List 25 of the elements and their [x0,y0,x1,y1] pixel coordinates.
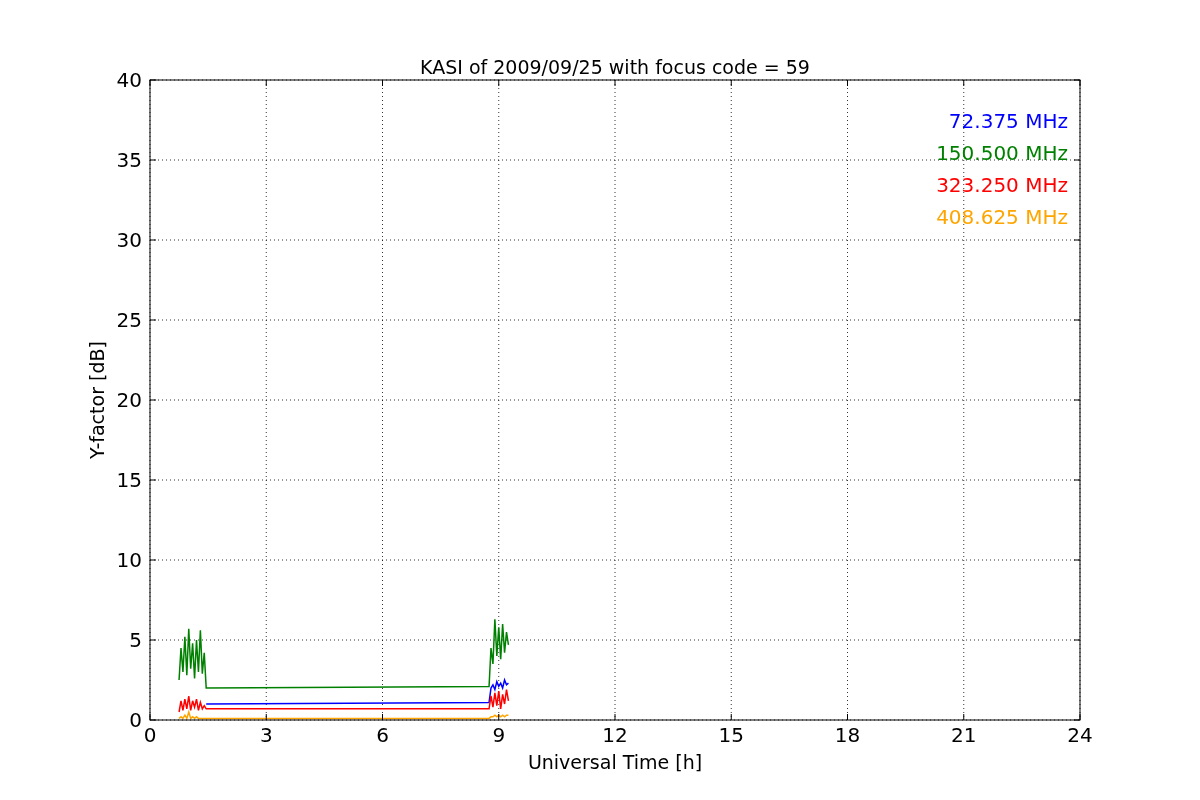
x-tick-label: 3 [259,723,273,747]
x-tick-label: 24 [1067,723,1093,747]
y-tick-label: 15 [116,468,142,492]
y-tick-label: 5 [129,628,142,652]
x-tick-label: 21 [951,723,977,747]
y-tick-label: 10 [116,548,142,572]
x-tick-label: 6 [376,723,389,747]
legend-label: 323.250 MHz [936,173,1068,197]
x-tick-label: 15 [718,723,744,747]
y-tick-label: 25 [116,308,142,332]
legend-label: 408.625 MHz [936,205,1068,229]
y-tick-label: 35 [116,148,142,172]
y-tick-label: 30 [116,228,142,252]
chart-title: KASI of 2009/09/25 with focus code = 59 [420,56,810,78]
legend-label: 150.500 MHz [936,141,1068,165]
y-tick-label: 40 [116,68,142,92]
y-axis-label: Y-factor [dB] [86,341,108,459]
x-tick-label: 0 [143,723,157,747]
x-tick-label: 9 [492,723,506,747]
legend-label: 72.375 MHz [948,109,1068,133]
y-tick-label: 20 [116,388,142,412]
y-tick-label: 0 [129,708,142,732]
x-axis-label: Universal Time [h] [527,751,703,773]
x-tick-label: 18 [834,723,861,747]
x-tick-label: 12 [602,723,628,747]
